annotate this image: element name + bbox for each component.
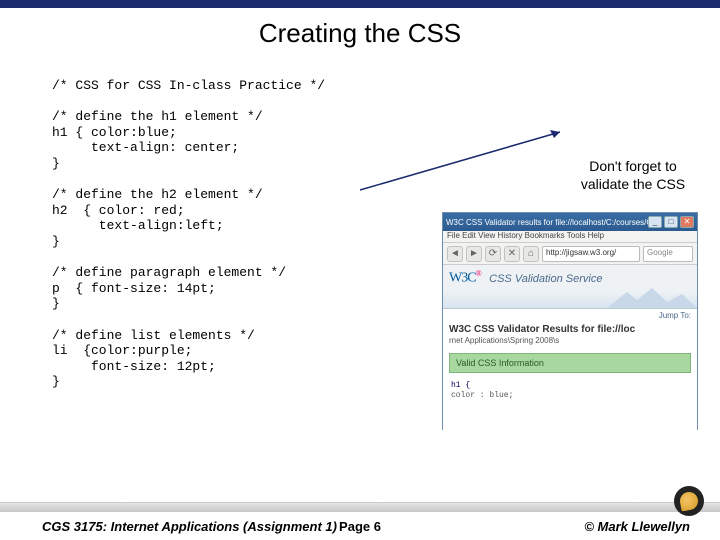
slide-footer: CGS 3175: Internet Applications (Assignm…: [0, 502, 720, 540]
search-input[interactable]: Google: [643, 246, 693, 262]
url-input[interactable]: http://jigsaw.w3.org/: [542, 246, 640, 262]
browser-toolbar: ◄ ► ⟳ ✕ ⌂ http://jigsaw.w3.org/ Google: [443, 243, 697, 265]
minimize-button[interactable]: _: [648, 216, 662, 228]
reload-button[interactable]: ⟳: [485, 246, 501, 262]
footer-bar: CGS 3175: Internet Applications (Assignm…: [0, 512, 720, 540]
forward-button[interactable]: ►: [466, 246, 482, 262]
footer-course: CGS 3175: Internet Applications (Assignm…: [42, 519, 337, 534]
window-buttons: _ □ ✕: [648, 216, 694, 228]
back-button[interactable]: ◄: [447, 246, 463, 262]
footer-page: Page 6: [339, 519, 381, 534]
footer-copyright: © Mark Llewellyn: [584, 519, 690, 534]
browser-window: W3C CSS Validator results for file://loc…: [442, 212, 698, 430]
css-sample-declaration: color : blue;: [451, 391, 689, 401]
close-button[interactable]: ✕: [680, 216, 694, 228]
stop-button[interactable]: ✕: [504, 246, 520, 262]
w3c-logo-sup: ®: [476, 269, 481, 278]
w3c-logo-text: W3C: [449, 271, 476, 286]
footer-gradient: [0, 502, 720, 512]
top-accent-bar: [0, 0, 720, 8]
browser-content: W3C® CSS Validation Service Jump To: W3C…: [443, 265, 697, 431]
ucf-pegasus-icon: [679, 491, 700, 512]
jump-to-link[interactable]: Jump To:: [443, 309, 697, 322]
w3c-logo: W3C®: [449, 269, 481, 287]
validator-header: W3C® CSS Validation Service: [443, 265, 697, 309]
css-sample-selector: h1 {: [451, 381, 689, 391]
validate-callout: Don't forget to validate the CSS: [568, 158, 698, 193]
mountains-icon: [607, 286, 697, 308]
browser-menubar[interactable]: File Edit View History Bookmarks Tools H…: [443, 231, 697, 243]
css-sample-output: h1 { color : blue;: [443, 377, 697, 406]
valid-css-banner: Valid CSS Information: [449, 353, 691, 373]
ucf-logo-icon: [674, 486, 704, 516]
browser-title-text: W3C CSS Validator results for file://loc…: [446, 218, 648, 227]
validator-result-subtitle: rnet Applications\Spring 2008\s: [443, 336, 697, 349]
home-button[interactable]: ⌂: [523, 246, 539, 262]
maximize-button[interactable]: □: [664, 216, 678, 228]
browser-titlebar: W3C CSS Validator results for file://loc…: [443, 213, 697, 231]
slide-title: Creating the CSS: [0, 18, 720, 49]
css-code-block: /* CSS for CSS In-class Practice */ /* d…: [52, 78, 412, 390]
validator-service-title: CSS Validation Service: [489, 273, 602, 285]
validator-result-title: W3C CSS Validator Results for file://loc: [443, 322, 697, 336]
